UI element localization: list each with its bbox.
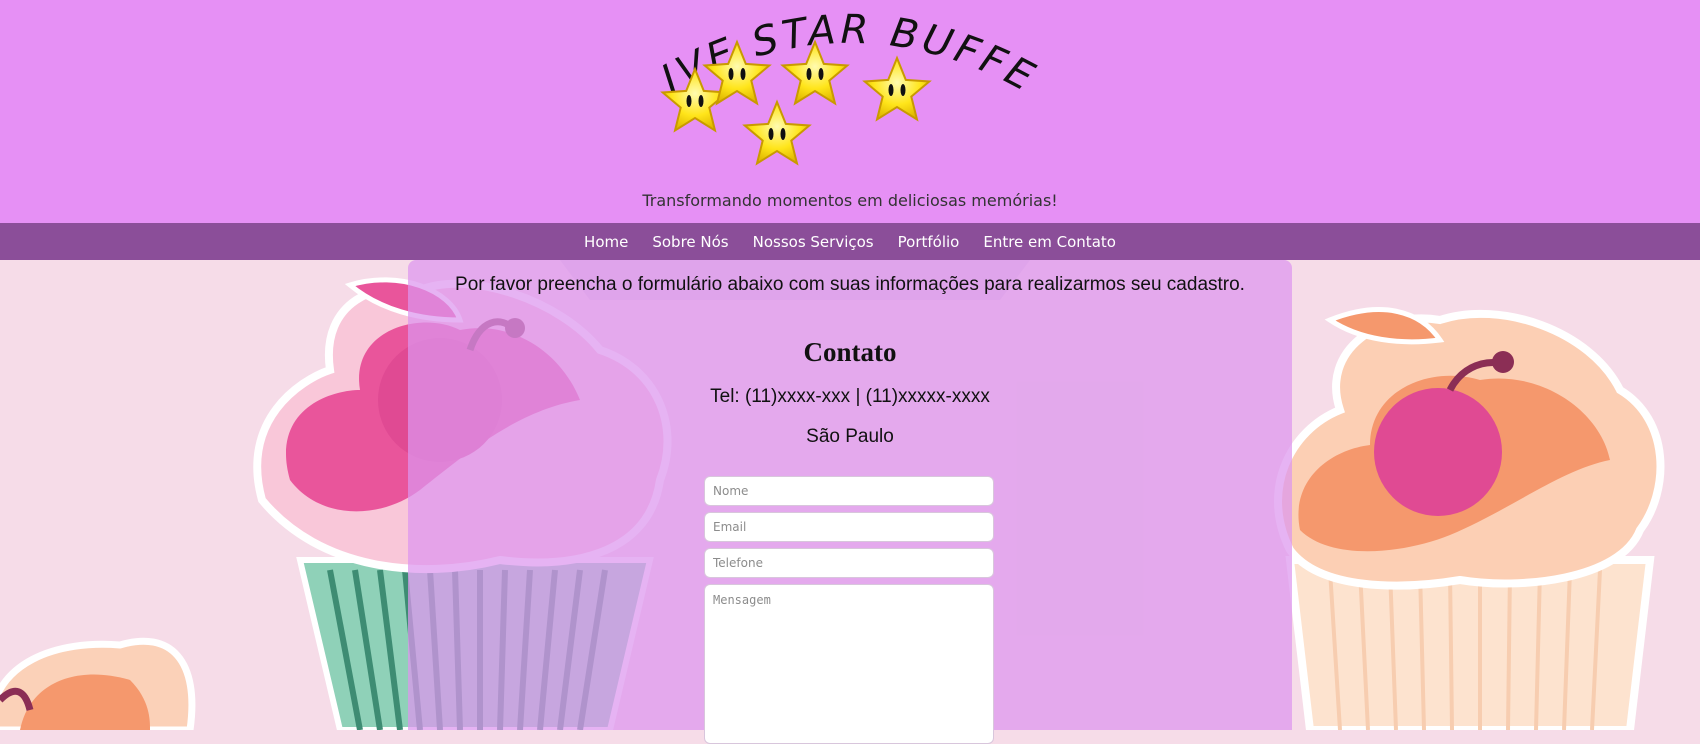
name-input[interactable] <box>704 476 994 506</box>
site-header: FIVE STAR BUFFET Transformando momentos … <box>0 0 1700 223</box>
contact-city: São Paulo <box>806 426 894 447</box>
tagline: Transformando momentos em deliciosas mem… <box>642 191 1058 210</box>
cupcake-right-image <box>1274 307 1665 730</box>
star-icon <box>742 99 812 166</box>
star-icon <box>862 55 932 122</box>
main-nav: Home Sobre Nós Nossos Serviços Portfólio… <box>0 223 1700 260</box>
phone-input[interactable] <box>704 548 994 578</box>
logo[interactable]: FIVE STAR BUFFET <box>655 8 1055 183</box>
nav-services[interactable]: Nossos Serviços <box>741 233 886 251</box>
svg-text:FIVE STAR BUFFET: FIVE STAR BUFFET <box>655 8 1045 103</box>
form-intro-text: Por favor preencha o formulário abaixo c… <box>455 274 1245 295</box>
nav-contact[interactable]: Entre em Contato <box>971 233 1128 251</box>
cupcake-small-image <box>0 637 196 730</box>
contact-panel: Por favor preencha o formulário abaixo c… <box>408 260 1292 744</box>
nav-portfolio[interactable]: Portfólio <box>886 233 972 251</box>
nav-home[interactable]: Home <box>572 233 640 251</box>
message-textarea[interactable] <box>704 584 994 744</box>
contact-phone: Tel: (11)xxxx-xxx | (11)xxxxx-xxxx <box>710 386 990 407</box>
email-input[interactable] <box>704 512 994 542</box>
nav-about[interactable]: Sobre Nós <box>640 233 740 251</box>
contact-title: Contato <box>803 337 897 367</box>
